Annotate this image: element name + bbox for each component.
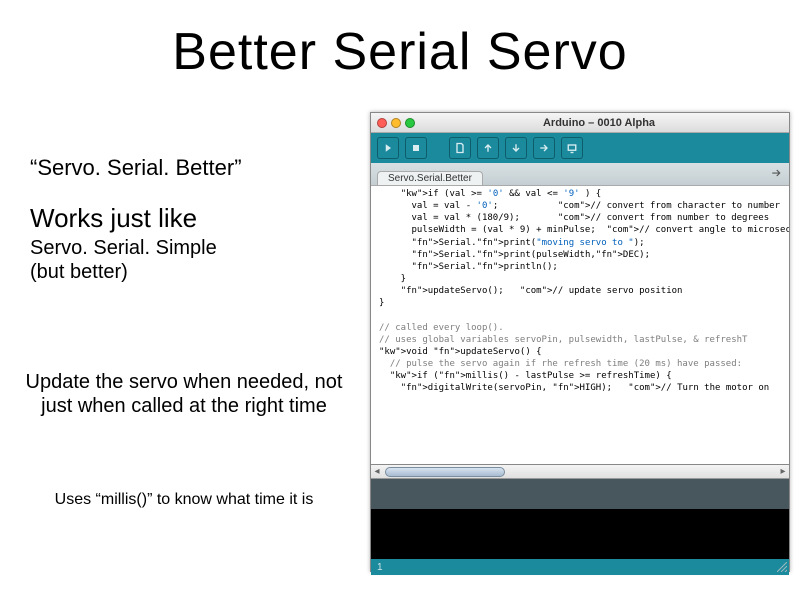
scroll-right-icon[interactable]: ▸	[777, 466, 789, 478]
close-icon[interactable]	[377, 118, 387, 128]
subtitle-quote: “Servo. Serial. Better”	[30, 155, 340, 181]
minimize-icon[interactable]	[391, 118, 401, 128]
description-paragraph-1: Update the servo when needed, not just w…	[14, 370, 354, 418]
tab-strip: Servo.Serial.Better	[371, 163, 789, 185]
horizontal-scrollbar[interactable]: ◂ ▸	[371, 465, 789, 479]
window-title: Arduino – 0010 Alpha	[415, 117, 783, 129]
description-paragraph-2: Uses “millis()” to know what time it is	[14, 490, 354, 509]
console-output	[371, 509, 789, 559]
zoom-icon[interactable]	[405, 118, 415, 128]
serial-monitor-button[interactable]	[561, 137, 583, 159]
status-bar	[371, 479, 789, 509]
window-titlebar: Arduino – 0010 Alpha	[371, 113, 789, 133]
line-number: 1	[377, 562, 383, 573]
sketch-tab[interactable]: Servo.Serial.Better	[377, 171, 483, 185]
ide-footer: 1	[371, 559, 789, 575]
works-heading: Works just like	[30, 203, 340, 234]
verify-button[interactable]	[377, 137, 399, 159]
scroll-left-icon[interactable]: ◂	[371, 466, 383, 478]
resize-handle-icon[interactable]	[777, 559, 787, 569]
save-sketch-button[interactable]	[505, 137, 527, 159]
stop-button[interactable]	[405, 137, 427, 159]
slide-title: Better Serial Servo	[0, 22, 800, 82]
upload-button[interactable]	[533, 137, 555, 159]
new-sketch-button[interactable]	[449, 137, 471, 159]
code-editor[interactable]: "kw">if (val >= '0' && val <= '9' ) { va…	[371, 185, 789, 465]
open-sketch-button[interactable]	[477, 137, 499, 159]
arduino-ide-window: Arduino – 0010 Alpha Servo.Serial.Better…	[370, 112, 790, 572]
works-subtext: Servo. Serial. Simple(but better)	[30, 236, 340, 284]
tab-menu-button[interactable]	[767, 165, 785, 181]
scrollbar-thumb[interactable]	[385, 467, 505, 477]
ide-toolbar	[371, 133, 789, 163]
